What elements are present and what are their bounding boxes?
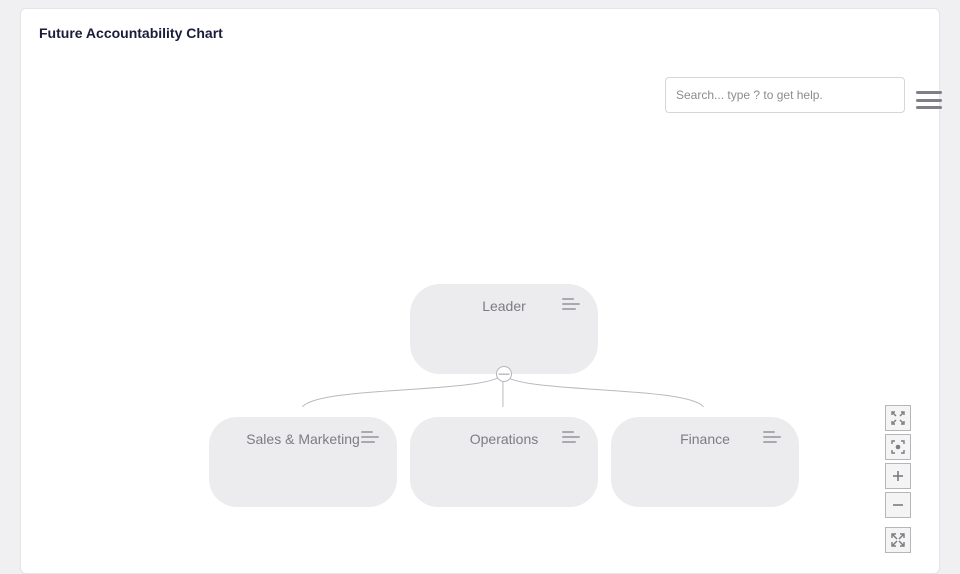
collapse-handle-icon[interactable]: —	[496, 366, 512, 382]
node-label: Finance	[680, 431, 730, 447]
node-label: Leader	[482, 298, 526, 314]
node-operations[interactable]: Operations	[410, 417, 598, 507]
search-input[interactable]	[665, 77, 905, 113]
org-chart-canvas[interactable]: Leader — Sales & Marketing Operations Fi…	[21, 119, 939, 573]
zoom-in-icon[interactable]	[885, 463, 911, 489]
zoom-controls	[885, 405, 911, 553]
node-sales-marketing[interactable]: Sales & Marketing	[209, 417, 397, 507]
fullscreen-icon[interactable]	[885, 527, 911, 553]
page-title: Future Accountability Chart	[39, 25, 223, 41]
node-leader[interactable]: Leader	[410, 284, 598, 374]
node-label: Sales & Marketing	[246, 431, 360, 447]
zoom-out-icon[interactable]	[885, 492, 911, 518]
node-menu-icon[interactable]	[763, 431, 781, 443]
node-menu-icon[interactable]	[361, 431, 379, 443]
zoom-fit-icon[interactable]	[885, 405, 911, 431]
node-menu-icon[interactable]	[562, 298, 580, 310]
menu-icon[interactable]	[916, 91, 942, 109]
chart-panel: Future Accountability Chart Leader — Sal…	[20, 8, 940, 574]
node-menu-icon[interactable]	[562, 431, 580, 443]
node-label: Operations	[470, 431, 538, 447]
zoom-center-icon[interactable]	[885, 434, 911, 460]
node-finance[interactable]: Finance	[611, 417, 799, 507]
